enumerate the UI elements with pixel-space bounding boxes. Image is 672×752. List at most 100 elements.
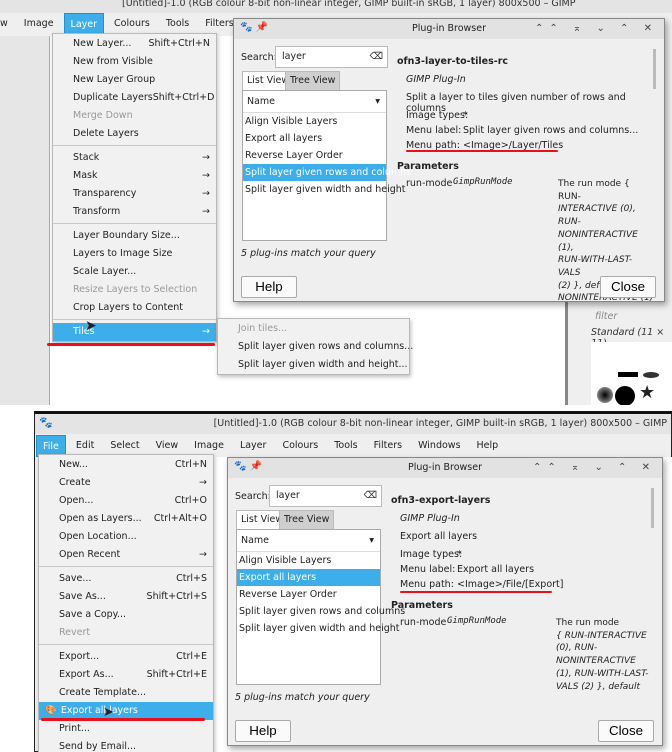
menu-item-label: Split layer given width and height... (238, 359, 408, 370)
menu-item-label: Open Location... (59, 531, 137, 542)
menu-item-label: Crop Layers to Content (73, 302, 183, 313)
param-description-line: NONINTERACTIVE (1), (558, 229, 638, 253)
menu-item-label: Transform (73, 206, 121, 217)
plugin-list-row[interactable]: Split layer given rows and columns (243, 164, 411, 181)
menu-item-open[interactable]: Open... Ctrl+O (39, 492, 213, 510)
search-input[interactable]: layer ⌫ (269, 485, 382, 507)
menu-item-scale-layer[interactable]: Scale Layer... (53, 263, 216, 281)
menu-item-open-recent[interactable]: Open Recent → (39, 546, 213, 564)
menu-windows[interactable]: Windows (412, 435, 466, 457)
match-status: 5 plug-ins match your query (235, 692, 370, 703)
plugin-list-row[interactable]: Reverse Layer Order (237, 586, 380, 603)
menu-item-stack[interactable]: Stack → (53, 149, 216, 167)
menu-item-layer-boundary-size[interactable]: Layer Boundary Size... (53, 227, 216, 245)
menu-item-save[interactable]: Save... Ctrl+S (39, 570, 213, 588)
column-header-name[interactable]: Name ▾ (243, 91, 386, 113)
plugin-list-row[interactable]: Export all layers (237, 569, 380, 586)
help-button[interactable]: Help (235, 720, 291, 742)
menu-item-crop-layers-to-content[interactable]: Crop Layers to Content (53, 299, 216, 317)
menu-item-label: New from Visible (73, 56, 153, 67)
menu-help[interactable]: Help (471, 435, 505, 457)
menu-item-duplicate-layers[interactable]: Duplicate Layers Shift+Ctrl+D (53, 89, 216, 107)
image-types-label: Image types: (400, 549, 463, 560)
menu-tools[interactable]: Tools (328, 435, 363, 457)
menu-item-export-as[interactable]: Export As... Shift+Ctrl+E (39, 666, 213, 684)
menu-item-new-layer-group[interactable]: New Layer Group (53, 71, 216, 89)
menu-image[interactable]: Image (18, 13, 60, 35)
menu-item-label: Open as Layers... (59, 513, 142, 524)
plugin-list-row[interactable]: Split layer given rows and columns (237, 603, 405, 620)
menu-item-label: Join tiles... (238, 323, 288, 334)
menu-item-label: Send by Email... (59, 741, 137, 752)
menu-item-layers-to-image-size[interactable]: Layers to Image Size (53, 245, 216, 263)
tab-tree-view[interactable]: Tree View (285, 71, 341, 90)
menu-item-transform[interactable]: Transform → (53, 203, 216, 221)
menu-label-value: Export all layers (457, 564, 535, 575)
param-description-line: VALS (2) }, default (556, 681, 641, 692)
menu-item-mask[interactable]: Mask → (53, 167, 216, 185)
menu-colours[interactable]: Colours (108, 13, 156, 35)
menu-item-new-layer[interactable]: New Layer... Shift+Ctrl+N (53, 35, 216, 53)
tab-tree-view[interactable]: Tree View (279, 510, 335, 529)
menu-path-label: Menu path: (400, 579, 454, 590)
menu-item-label: Print... (59, 723, 90, 734)
brush-preview[interactable]: ★ (591, 342, 672, 405)
menu-item-open-location[interactable]: Open Location... (39, 528, 213, 546)
gimp-logo-icon: 🐾 📌 (240, 22, 269, 33)
menu-item-split-layer-given-rows-and-columns[interactable]: Split layer given rows and columns... (218, 338, 413, 356)
column-header-name[interactable]: Name ▾ (237, 530, 380, 552)
menu-item-print[interactable]: Print... (39, 720, 213, 738)
menu-tools[interactable]: Tools (160, 13, 195, 35)
close-button[interactable]: Close (598, 720, 654, 742)
menu-item-label: New... (59, 459, 88, 470)
annotation-underline (406, 150, 558, 152)
help-button[interactable]: Help (241, 276, 297, 298)
menu-item-create[interactable]: Create → (39, 474, 213, 492)
menu-item-merge-down: Merge Down (53, 107, 216, 125)
menu-item-new[interactable]: New... Ctrl+N (39, 456, 213, 474)
plugin-list-row[interactable]: Export all layers (243, 130, 386, 147)
plugin-list-row[interactable]: Split layer given width and height (237, 620, 400, 637)
plugin-list-row[interactable]: Align Visible Layers (243, 113, 386, 130)
menu-item-export[interactable]: Export... Ctrl+E (39, 648, 213, 666)
menu-layer[interactable]: Layer (234, 435, 273, 457)
plugin-list-row[interactable]: Split layer given width and height (243, 181, 406, 198)
menu-item-create-template[interactable]: Create Template... (39, 684, 213, 702)
menu-item-split-layer-given-width-and-height[interactable]: Split layer given width and height... (218, 356, 409, 374)
plugin-list-row[interactable]: Reverse Layer Order (243, 147, 386, 164)
match-status: 5 plug-ins match your query (241, 248, 376, 259)
menu-item-open-as-layers[interactable]: Open as Layers... Ctrl+Alt+O (39, 510, 213, 528)
menu-item-save-as[interactable]: Save As... Shift+Ctrl+S (39, 588, 213, 606)
plugin-list-row[interactable]: Align Visible Layers (237, 552, 380, 569)
menu-item-shortcut: Ctrl+N (175, 459, 207, 470)
clear-search-icon[interactable]: ⌫ (370, 47, 383, 67)
menu-filters[interactable]: Filters (368, 435, 408, 457)
procedure-type: GIMP Plug-In (406, 74, 466, 85)
brush-filter-input[interactable]: filter (595, 311, 617, 322)
menu-w[interactable]: w (0, 13, 14, 35)
param-description-line: { RUN-INTERACTIVE (556, 630, 647, 641)
menu-colours[interactable]: Colours (276, 435, 324, 457)
window-controls[interactable]: ⌃⌃ ⌅ ⌄ ⌃ ✕ (535, 19, 658, 39)
search-input[interactable]: layer ⌫ (275, 46, 388, 68)
details-scrollbar[interactable] (653, 49, 656, 89)
menu-item-transparency[interactable]: Transparency → (53, 185, 216, 203)
close-button[interactable]: Close (600, 276, 656, 298)
menu-label-value: Split layer given rows and columns... (463, 125, 639, 136)
menu-item-delete-layers[interactable]: Delete Layers (53, 125, 216, 143)
details-scrollbar[interactable] (651, 488, 654, 528)
menu-item-send-by-email[interactable]: Send by Email... (39, 738, 213, 752)
menu-layer[interactable]: Layer (63, 13, 105, 35)
menu-item-new-from-visible[interactable]: New from Visible (53, 53, 216, 71)
menu-item-save-a-copy[interactable]: Save a Copy... (39, 606, 213, 624)
procedure-name: ofn3-layer-to-tiles-rc (397, 56, 509, 67)
param-description: The run mode { RUN-INTERACTIVE (0), RUN- NO… (556, 617, 652, 693)
window-controls[interactable]: ⌃⌃ ⌅ ⌄ ⌃ ✕ (533, 458, 656, 478)
clear-search-icon[interactable]: ⌫ (364, 486, 377, 506)
menu-item-label: Resize Layers to Selection (73, 284, 198, 295)
menu-item-tiles[interactable]: Tiles → (53, 323, 216, 341)
param-description-line: (1), RUN-WITH-LAST- (556, 668, 649, 679)
file-menu: New... Ctrl+N Create → Open... Ctrl+O Open as … (38, 454, 214, 752)
menu-item-shortcut: Shift+Ctrl+D (152, 92, 215, 103)
arrow-right-icon: → (202, 188, 210, 199)
